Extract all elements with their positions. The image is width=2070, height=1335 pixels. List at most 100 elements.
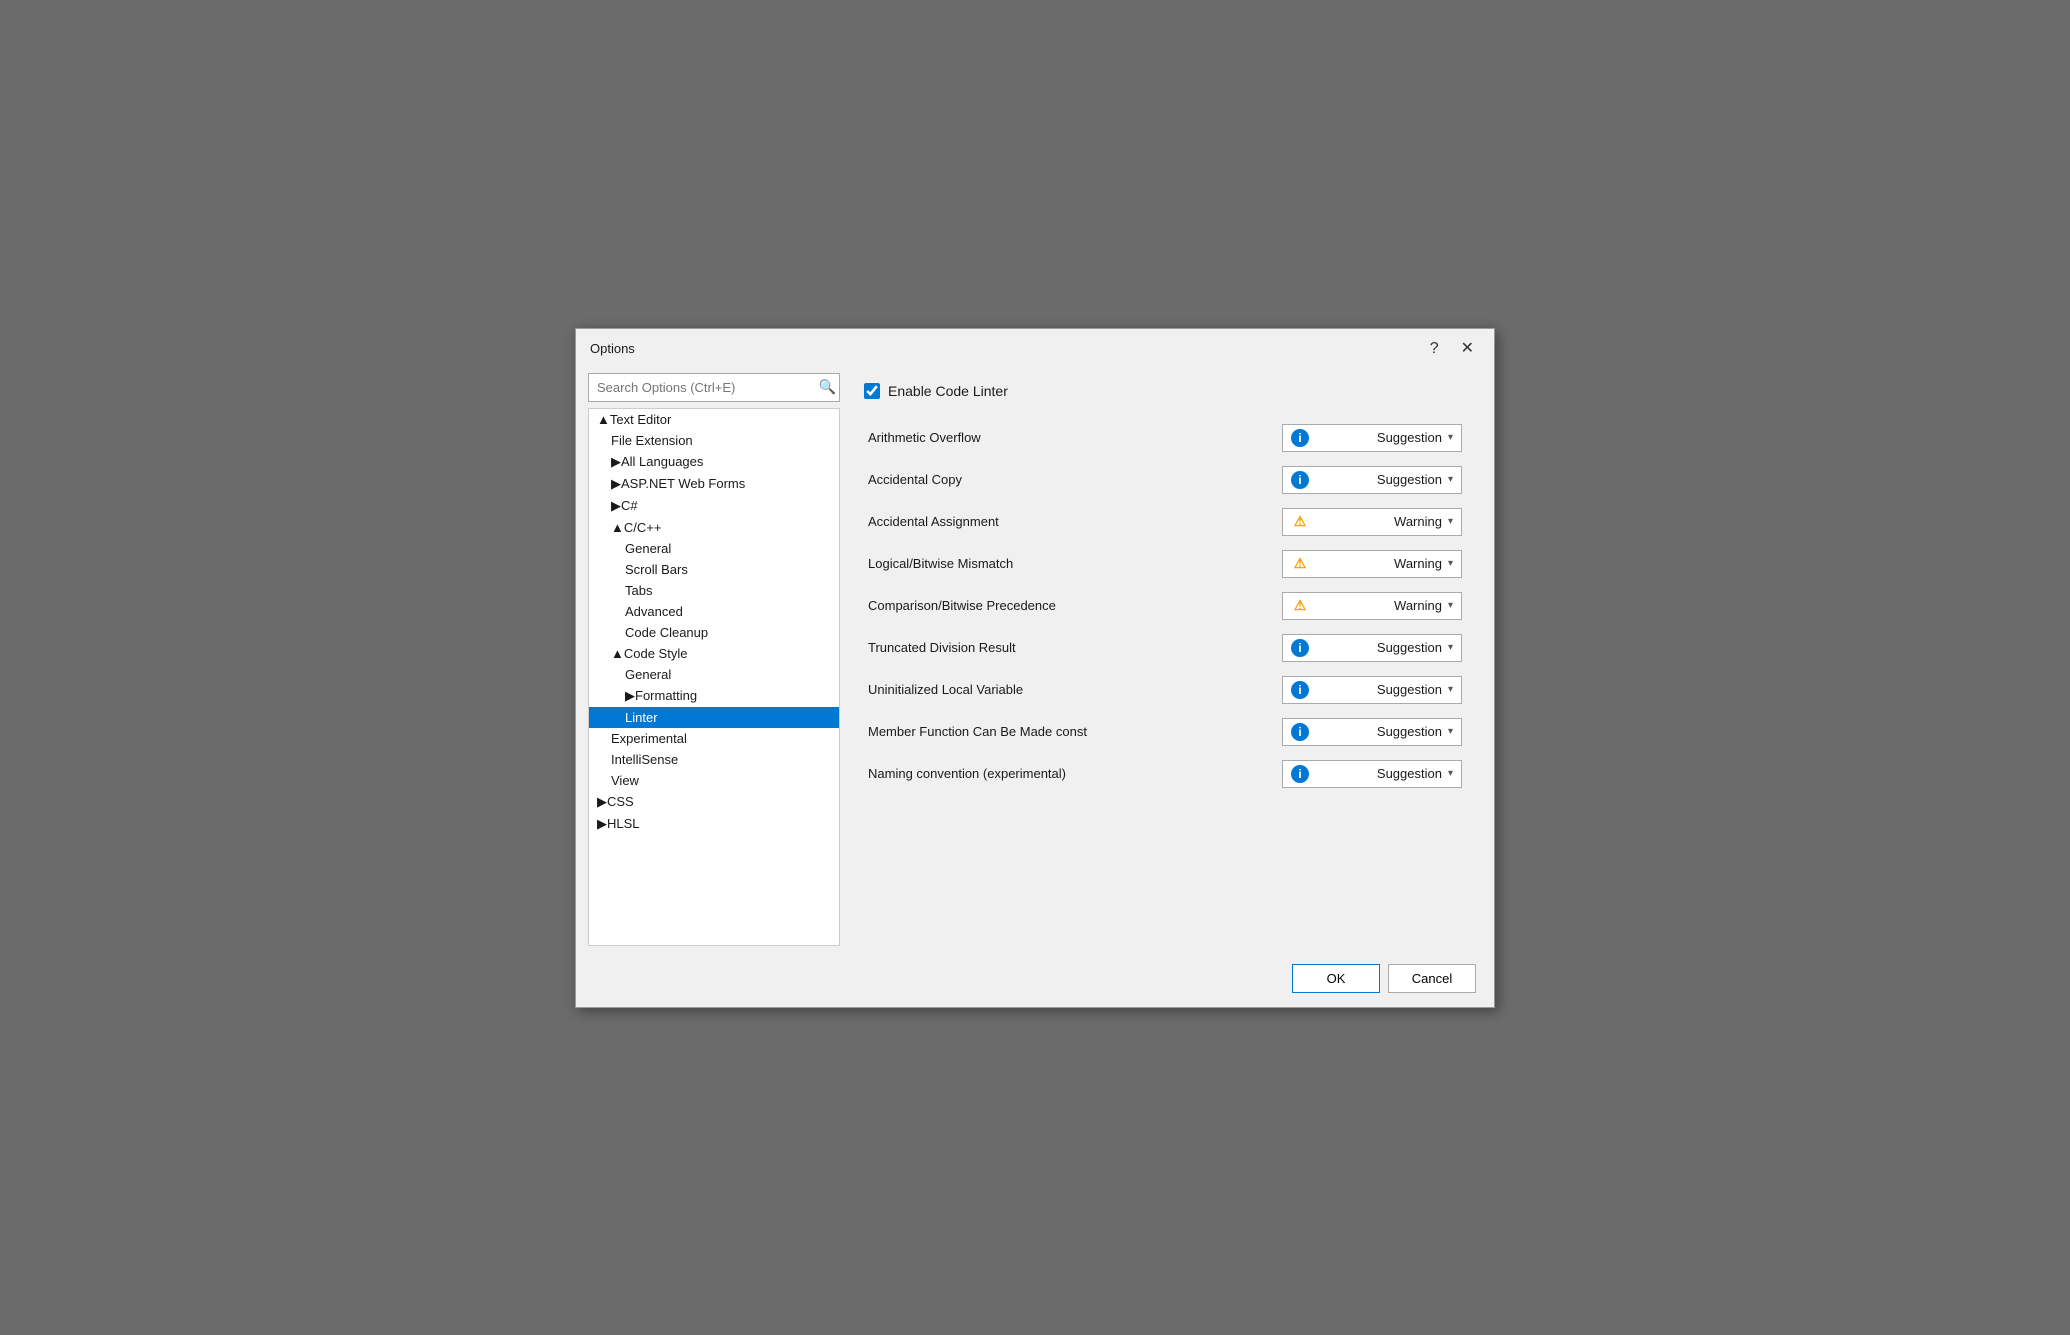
warning-icon: ⚠: [1291, 555, 1309, 573]
tree-item-cpp-advanced[interactable]: Advanced: [589, 601, 839, 622]
option-dropdown-cell: ⚠ Warning ▾: [1195, 585, 1466, 627]
info-icon: i: [1291, 765, 1309, 783]
chevron-down-icon: ▾: [1448, 432, 1453, 443]
info-icon: i: [1291, 681, 1309, 699]
option-row: Truncated Division Result i Suggestion ▾: [864, 627, 1466, 669]
tree-item-cpp-scrollbars[interactable]: Scroll Bars: [589, 559, 839, 580]
option-dropdown-cell: i Suggestion ▾: [1195, 627, 1466, 669]
tree-item-css[interactable]: ▶CSS: [589, 791, 839, 813]
close-button[interactable]: ✕: [1455, 339, 1480, 359]
option-dropdown[interactable]: i Suggestion ▾: [1282, 424, 1462, 452]
search-icon[interactable]: 🔍: [819, 379, 836, 396]
options-dialog: Options ? ✕ 🔍 ▲Text EditorFile Extension…: [575, 328, 1495, 1008]
option-row: Logical/Bitwise Mismatch ⚠ Warning ▾: [864, 543, 1466, 585]
option-row: Member Function Can Be Made const i Sugges…: [864, 711, 1466, 753]
option-dropdown[interactable]: i Suggestion ▾: [1282, 676, 1462, 704]
option-dropdown[interactable]: ⚠ Warning ▾: [1282, 592, 1462, 620]
dropdown-value: Suggestion: [1315, 766, 1442, 781]
chevron-down-icon: ▾: [1448, 642, 1453, 653]
search-input[interactable]: [588, 373, 840, 402]
tree-item-all-languages[interactable]: ▶All Languages: [589, 451, 839, 473]
option-name: Logical/Bitwise Mismatch: [864, 543, 1195, 585]
ok-button[interactable]: OK: [1292, 964, 1380, 993]
dropdown-value: Suggestion: [1315, 682, 1442, 697]
option-name: Accidental Assignment: [864, 501, 1195, 543]
option-dropdown-cell: i Suggestion ▾: [1195, 753, 1466, 795]
option-dropdown[interactable]: i Suggestion ▾: [1282, 718, 1462, 746]
tree-item-hlsl[interactable]: ▶HLSL: [589, 813, 839, 835]
info-icon: i: [1291, 723, 1309, 741]
chevron-down-icon: ▾: [1448, 726, 1453, 737]
option-row: Uninitialized Local Variable i Suggestion ▾: [864, 669, 1466, 711]
tree-item-cpp-codecleanup[interactable]: Code Cleanup: [589, 622, 839, 643]
left-panel: 🔍 ▲Text EditorFile Extension▶All Languag…: [584, 373, 844, 946]
tree-item-csharp[interactable]: ▶C#: [589, 495, 839, 517]
tree-item-cs-general[interactable]: General: [589, 664, 839, 685]
enable-linter-row: Enable Code Linter: [864, 383, 1466, 399]
option-name: Uninitialized Local Variable: [864, 669, 1195, 711]
chevron-down-icon: ▾: [1448, 768, 1453, 779]
info-icon: i: [1291, 639, 1309, 657]
dropdown-value: Warning: [1315, 514, 1442, 529]
info-icon: i: [1291, 429, 1309, 447]
cancel-button[interactable]: Cancel: [1388, 964, 1476, 993]
option-dropdown[interactable]: ⚠ Warning ▾: [1282, 550, 1462, 578]
tree-item-cs-linter[interactable]: Linter: [589, 707, 839, 728]
title-bar: Options ? ✕: [576, 329, 1494, 365]
tree-item-cs-intellisense[interactable]: IntelliSense: [589, 749, 839, 770]
tree-item-cpp-general[interactable]: General: [589, 538, 839, 559]
chevron-down-icon: ▾: [1448, 600, 1453, 611]
tree-item-text-editor[interactable]: ▲Text Editor: [589, 409, 839, 430]
dropdown-value: Suggestion: [1315, 724, 1442, 739]
search-box-wrap: 🔍: [584, 373, 844, 402]
chevron-down-icon: ▾: [1448, 474, 1453, 485]
help-button[interactable]: ?: [1424, 339, 1445, 359]
dropdown-value: Suggestion: [1315, 472, 1442, 487]
tree-item-file-extension[interactable]: File Extension: [589, 430, 839, 451]
option-dropdown[interactable]: ⚠Warning▾: [1282, 508, 1462, 536]
linter-options-table: Arithmetic OverflowiSuggestion▾Accidenta…: [864, 417, 1466, 795]
tree-item-cs-formatting[interactable]: ▶Formatting: [589, 685, 839, 707]
dropdown-value: Suggestion: [1315, 430, 1442, 445]
tree-item-cs-view[interactable]: View: [589, 770, 839, 791]
enable-linter-checkbox[interactable]: [864, 383, 880, 399]
option-dropdown-cell: i Suggestion ▾: [1195, 711, 1466, 753]
title-bar-actions: ? ✕: [1424, 339, 1480, 359]
option-dropdown-cell: i Suggestion ▾: [1195, 459, 1466, 501]
dropdown-value: Warning: [1315, 556, 1442, 571]
tree-container: ▲Text EditorFile Extension▶All Languages…: [588, 408, 840, 946]
option-row: Naming convention (experimental)iSuggest…: [864, 753, 1466, 795]
dropdown-value: Suggestion: [1315, 640, 1442, 655]
warning-icon: ⚠: [1291, 513, 1309, 531]
option-name: Arithmetic Overflow: [864, 417, 1195, 459]
enable-linter-label: Enable Code Linter: [888, 383, 1008, 399]
option-name: Accidental Copy: [864, 459, 1195, 501]
tree-item-code-style[interactable]: ▲Code Style: [589, 643, 839, 664]
option-dropdown[interactable]: i Suggestion ▾: [1282, 760, 1462, 788]
option-dropdown-cell: ⚠Warning▾: [1195, 501, 1466, 543]
option-dropdown-cell: i Suggestion ▾: [1195, 417, 1466, 459]
tree-item-cpp-tabs[interactable]: Tabs: [589, 580, 839, 601]
tree-item-aspnet[interactable]: ▶ASP.NET Web Forms: [589, 473, 839, 495]
warning-icon: ⚠: [1291, 597, 1309, 615]
option-row: Accidental Copy i Suggestion ▾: [864, 459, 1466, 501]
tree-item-cs-experimental[interactable]: Experimental: [589, 728, 839, 749]
right-panel: Enable Code Linter Arithmetic OverflowiS…: [844, 373, 1486, 946]
option-dropdown[interactable]: i Suggestion ▾: [1282, 634, 1462, 662]
chevron-down-icon: ▾: [1448, 558, 1453, 569]
option-row: Comparison/Bitwise Precedence ⚠ Warning ▾: [864, 585, 1466, 627]
chevron-down-icon: ▾: [1448, 684, 1453, 695]
tree-item-cpp[interactable]: ▲C/C++: [589, 517, 839, 538]
option-row: Arithmetic Overflow i Suggestion ▾: [864, 417, 1466, 459]
option-name: Comparison/Bitwise Precedence: [864, 585, 1195, 627]
info-icon: i: [1291, 471, 1309, 489]
option-name: Member Function Can Be Made const: [864, 711, 1195, 753]
option-dropdown-cell: ⚠ Warning ▾: [1195, 543, 1466, 585]
option-dropdown-cell: i Suggestion ▾: [1195, 669, 1466, 711]
dialog-footer: OK Cancel: [576, 954, 1494, 1007]
option-dropdown[interactable]: i Suggestion ▾: [1282, 466, 1462, 494]
dialog-title: Options: [590, 341, 635, 356]
option-name: Truncated Division Result: [864, 627, 1195, 669]
dialog-body: 🔍 ▲Text EditorFile Extension▶All Languag…: [576, 365, 1494, 954]
dropdown-value: Warning: [1315, 598, 1442, 613]
